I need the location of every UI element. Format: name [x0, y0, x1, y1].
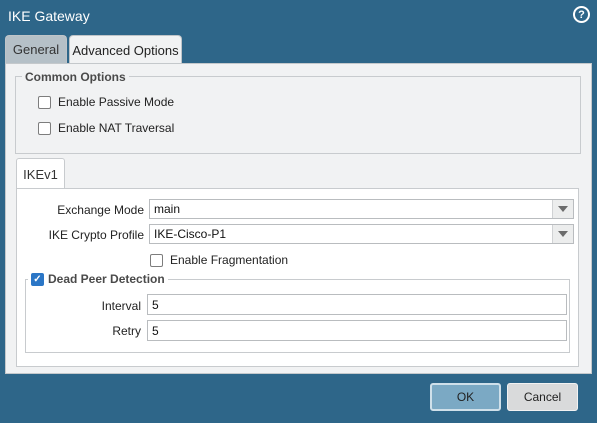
- passive-mode-row[interactable]: Enable Passive Mode: [38, 95, 174, 109]
- nat-traversal-row[interactable]: Enable NAT Traversal: [38, 121, 174, 135]
- crypto-profile-label: IKE Crypto Profile: [48, 228, 144, 242]
- ikev1-panel: Exchange Mode main IKE Crypto Profile IK…: [16, 188, 579, 367]
- ok-button[interactable]: OK: [430, 383, 501, 411]
- interval-label: Interval: [101, 299, 141, 313]
- common-options-legend: Common Options: [22, 70, 129, 84]
- help-icon[interactable]: ?: [573, 6, 590, 23]
- dead-peer-detection-label: Dead Peer Detection: [48, 272, 165, 286]
- common-options-group: Common Options Enable Passive Mode Enabl…: [15, 70, 581, 154]
- title-bar: IKE Gateway ?: [0, 0, 597, 34]
- fragmentation-checkbox[interactable]: [150, 253, 163, 267]
- chevron-down-icon[interactable]: [552, 200, 573, 218]
- passive-mode-checkbox[interactable]: [38, 95, 51, 109]
- dead-peer-detection-legend[interactable]: ✓ Dead Peer Detection: [28, 272, 168, 286]
- tab-ikev1[interactable]: IKEv1: [16, 158, 65, 189]
- crypto-profile-value: IKE-Cisco-P1: [154, 227, 227, 241]
- crypto-profile-select[interactable]: IKE-Cisco-P1: [149, 224, 574, 244]
- tab-general[interactable]: General: [5, 35, 67, 63]
- retry-label: Retry: [112, 324, 141, 338]
- interval-input[interactable]: 5: [147, 294, 567, 315]
- chevron-down-icon[interactable]: [552, 225, 573, 243]
- dead-peer-detection-checkbox[interactable]: ✓: [31, 272, 44, 286]
- tab-advanced-options[interactable]: Advanced Options: [69, 35, 182, 64]
- dialog-title: IKE Gateway: [8, 8, 90, 24]
- retry-input[interactable]: 5: [147, 320, 567, 341]
- exchange-mode-value: main: [154, 202, 181, 216]
- fragmentation-row[interactable]: Enable Fragmentation: [150, 253, 288, 267]
- dialog-body: Common Options Enable Passive Mode Enabl…: [5, 63, 592, 374]
- nat-traversal-label: Enable NAT Traversal: [58, 121, 175, 135]
- dead-peer-detection-group: ✓ Dead Peer Detection Interval 5 Retry 5: [25, 272, 570, 353]
- nat-traversal-checkbox[interactable]: [38, 121, 51, 135]
- exchange-mode-select[interactable]: main: [149, 199, 574, 219]
- exchange-mode-label: Exchange Mode: [57, 203, 144, 217]
- cancel-button[interactable]: Cancel: [507, 383, 578, 411]
- fragmentation-label: Enable Fragmentation: [170, 253, 289, 267]
- passive-mode-label: Enable Passive Mode: [58, 95, 175, 109]
